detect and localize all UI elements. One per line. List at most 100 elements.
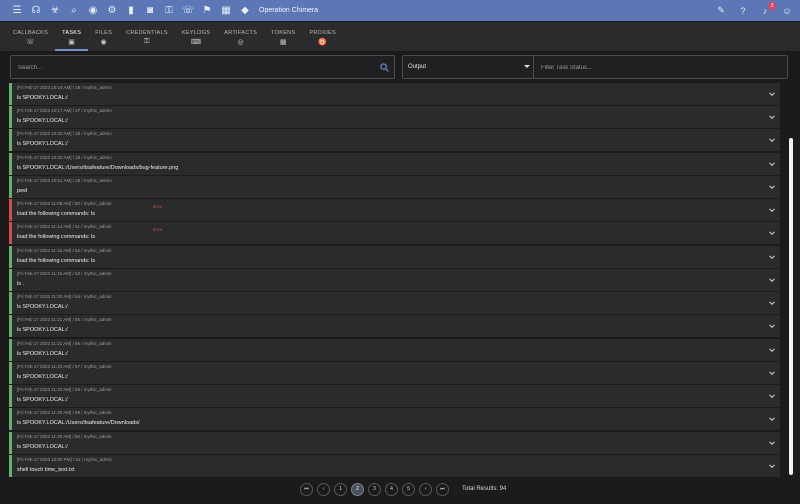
task-meta: [Fri Feb 17 2023 11:21 AM] / 55 / mythic… (17, 317, 112, 323)
tab-callbacks[interactable]: CALLBACKS ☏ (6, 22, 55, 51)
tab-keylogs[interactable]: KEYLOGS ⌨ (175, 22, 217, 51)
last-page-button[interactable]: ⏭ (436, 482, 449, 496)
task-row[interactable]: [Fri Feb 17 2023 10:20 AM] / 29 / mythic… (9, 152, 780, 175)
chevron-down-icon[interactable] (769, 323, 775, 329)
task-command: ls SPOOKY.LOCAL:/ (17, 397, 68, 404)
page-button[interactable]: 3 (368, 482, 381, 496)
task-row[interactable]: [Fri Feb 17 2023 11:23 AM] / 58 / mythic… (9, 385, 780, 408)
operation-name[interactable]: Operation Chimera (259, 7, 318, 14)
tab-tasks[interactable]: TASKS ▣ (55, 22, 89, 51)
user-icon[interactable]: ☺ (781, 0, 793, 21)
search-icon[interactable] (380, 63, 389, 72)
tab-tokens[interactable]: TOKENS ▦ (264, 22, 302, 51)
page-button-current[interactable]: 2 (351, 482, 364, 496)
key-icon: ⚿ (144, 38, 150, 45)
chevron-down-icon[interactable] (769, 161, 775, 167)
chevron-down-icon[interactable] (769, 463, 775, 469)
task-row[interactable]: [Fri Feb 17 2023 10:17 AM] / 27 / mythic… (9, 106, 780, 129)
chevron-down-icon[interactable] (769, 393, 775, 399)
task-status-input[interactable] (534, 57, 787, 79)
task-row[interactable]: [Fri Feb 17 2023 11:25 AM] / 59 / mythic… (9, 408, 780, 431)
bell-icon[interactable]: ♪ 3 (759, 0, 776, 21)
task-list: [Fri Feb 17 2023 10:16 AM] / 26 / mythic… (9, 83, 780, 477)
tag-icon[interactable]: ◆ (236, 0, 254, 21)
chevron-down-icon[interactable] (769, 416, 775, 422)
chevron-down-icon[interactable] (769, 207, 775, 213)
chevron-down-icon[interactable] (769, 137, 775, 143)
task-row[interactable]: [Fri Feb 17 2023 11:20 AM] / 54 / mythic… (9, 292, 780, 315)
tab-label: TASKS (62, 30, 82, 36)
chevron-down-icon[interactable] (769, 91, 775, 97)
task-row[interactable]: [Fri Feb 17 2023 11:16 AM] / 52 / mythic… (9, 245, 780, 268)
task-row[interactable]: [Fri Feb 17 2023 11:23 AM] / 57 / mythic… (9, 361, 780, 384)
chevron-down-icon[interactable] (769, 184, 775, 190)
prev-page-button[interactable]: ‹ (317, 482, 330, 496)
task-row-error[interactable]: [Fri Feb 17 2023 11:09 AM] / 50 / mythic… (9, 199, 780, 222)
task-row[interactable]: [Fri Feb 17 2023 11:21 AM] / 56 / mythic… (9, 338, 780, 361)
chevron-down-icon[interactable] (769, 300, 775, 306)
task-status-filter (533, 55, 788, 79)
task-meta: [Fri Feb 17 2023 12:00 PM] / 61 / mythic… (17, 456, 113, 462)
task-row[interactable]: [Fri Feb 17 2023 11:21 AM] / 55 / mythic… (9, 315, 780, 338)
task-meta: [Fri Feb 17 2023 11:23 AM] / 57 / mythic… (17, 363, 112, 369)
chevron-down-icon[interactable] (769, 277, 775, 283)
key-icon[interactable]: ⚿ (160, 0, 178, 21)
chevron-down-icon[interactable] (769, 440, 775, 446)
chevron-down-icon[interactable] (769, 114, 775, 120)
next-page-button[interactable]: › (419, 482, 432, 496)
task-row[interactable]: [Fri Feb 17 2023 12:00 PM] / 61 / mythic… (9, 454, 780, 477)
page-button[interactable]: 4 (385, 482, 398, 496)
task-command: ls SPOOKY.LOCAL:/ (17, 350, 68, 357)
task-row[interactable]: [Fri Feb 17 2023 10:51 AM] / 35 / mythic… (9, 175, 780, 198)
output-select-value: Output (408, 64, 427, 70)
task-command: ls SPOOKY.LOCAL:/Users/itsafeature/Downl… (17, 164, 179, 171)
tab-label: CREDENTIALS (126, 30, 168, 36)
task-row[interactable]: [Fri Feb 17 2023 11:16 AM] / 53 / mythic… (9, 268, 780, 291)
task-row[interactable]: [Fri Feb 17 2023 10:20 AM] / 28 / mythic… (9, 129, 780, 152)
chevron-down-icon[interactable] (769, 370, 775, 376)
tab-label: PROXIES (309, 30, 336, 36)
chevron-down-icon[interactable] (769, 347, 775, 353)
search-input[interactable] (11, 57, 394, 79)
biohazard-icon[interactable]: ☣ (46, 0, 64, 21)
phone-icon: ☏ (26, 39, 36, 46)
pagination: ⏮ ‹ 1 2 3 4 5 › ⏭ (300, 482, 449, 496)
task-icon: ▣ (68, 39, 76, 46)
headset-icon[interactable]: ☊ (27, 0, 45, 21)
search-icon[interactable]: ⌕ (65, 0, 83, 21)
menu-icon[interactable]: ☰ (8, 0, 26, 21)
camera-icon[interactable]: ◙ (141, 0, 159, 21)
task-row-error[interactable]: [Fri Feb 17 2023 11:14 AM] / 51 / mythic… (9, 222, 780, 245)
scrollbar-thumb[interactable] (789, 138, 793, 475)
page-button[interactable]: 5 (402, 482, 415, 496)
gear-icon[interactable]: ⚙ (103, 0, 121, 21)
phone-icon[interactable]: ☏ (179, 0, 197, 21)
tab-credentials[interactable]: CREDENTIALS ⚿ (119, 22, 175, 51)
help-icon[interactable]: ? (737, 0, 749, 21)
notification-badge: 3 (768, 2, 776, 10)
top-right-actions: ✎ ? ♪ 3 ☺ (715, 0, 794, 21)
file-icon[interactable]: ▮ (122, 0, 140, 21)
flag-icon[interactable]: ⚑ (198, 0, 216, 21)
eye-icon[interactable]: ◉ (84, 0, 102, 21)
tab-label: CALLBACKS (13, 30, 49, 36)
task-row[interactable]: [Fri Feb 17 2023 10:16 AM] / 26 / mythic… (9, 83, 780, 105)
task-command: load the following commands: ls (17, 234, 95, 241)
task-row[interactable]: [Fri Feb 17 2023 11:26 AM] / 60 / mythic… (9, 431, 780, 454)
task-command: ls . (17, 280, 25, 287)
chevron-down-icon[interactable] (769, 254, 775, 260)
page-button[interactable]: 1 (334, 482, 347, 496)
tab-proxies[interactable]: PROXIES ♉ (302, 22, 343, 51)
chevron-down-icon[interactable] (769, 230, 775, 236)
eye-icon: ◉ (100, 39, 107, 46)
grid-icon[interactable]: ▦ (217, 0, 235, 21)
task-command: ls SPOOKY.LOCAL:/ (17, 141, 68, 148)
task-command: ls SPOOKY.LOCAL:/ (17, 443, 68, 450)
output-select[interactable]: Output (402, 55, 536, 79)
task-meta: [Fri Feb 17 2023 11:14 AM] / 51 / mythic… (17, 224, 112, 230)
tab-artifacts[interactable]: ARTIFACTS ◎ (217, 22, 264, 51)
task-command: load the following commands: ls (17, 257, 95, 264)
first-page-button[interactable]: ⏮ (300, 482, 313, 496)
chat-icon[interactable]: ✎ (715, 0, 727, 21)
tab-files[interactable]: FILES ◉ (88, 22, 119, 51)
